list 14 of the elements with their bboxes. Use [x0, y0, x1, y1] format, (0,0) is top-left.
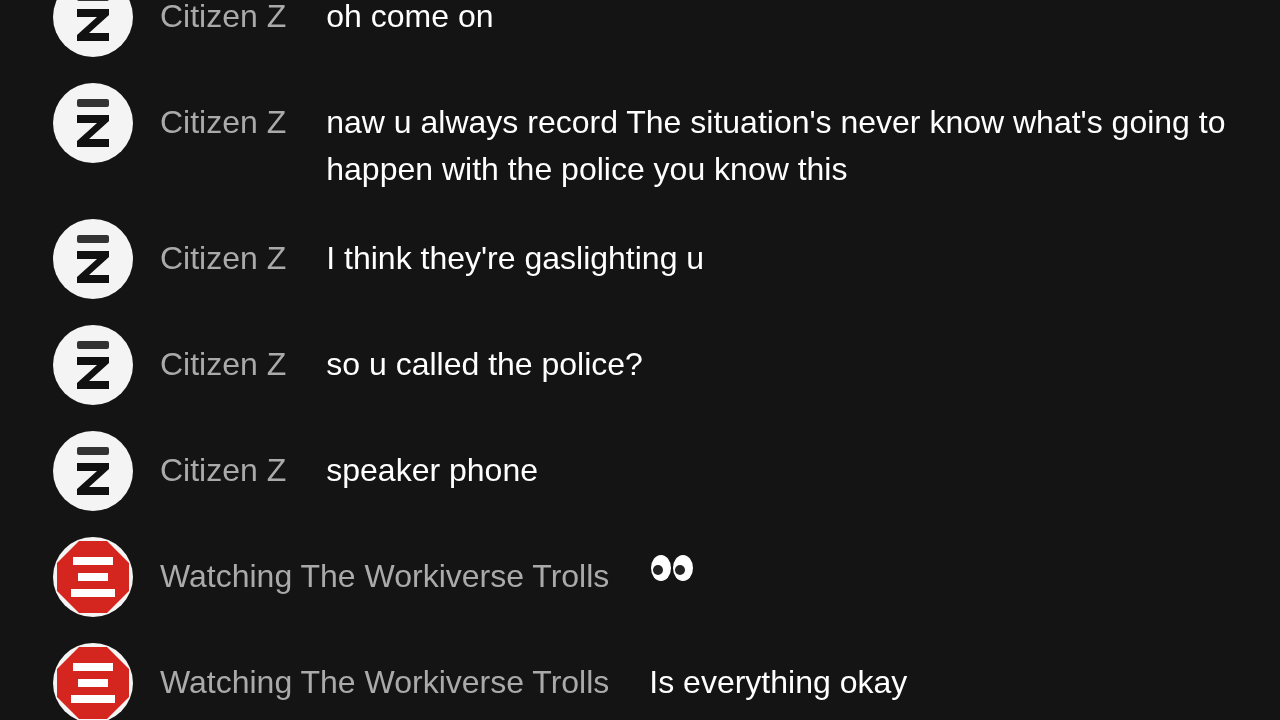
author-name: Watching The Workiverse Trolls	[160, 663, 610, 702]
author-name: Citizen Z	[160, 451, 287, 490]
message-text: Is everything okay	[649, 663, 909, 702]
author-name: Watching The Workiverse Trolls	[160, 557, 610, 596]
author-name: Citizen Z	[160, 345, 287, 384]
author-name: Citizen Z	[160, 239, 287, 278]
message-text: naw u always record The situation's never know what's going to happen with the police you know this	[326, 103, 1227, 189]
message-text: oh come on	[326, 0, 495, 36]
message-text: so u called the police?	[326, 345, 644, 384]
author-name: Citizen Z	[160, 0, 287, 36]
message-text: I think they're gaslighting u	[326, 239, 706, 278]
eyes-icon	[649, 553, 696, 583]
message-text: speaker phone	[326, 451, 539, 490]
author-name: Citizen Z	[160, 103, 287, 142]
